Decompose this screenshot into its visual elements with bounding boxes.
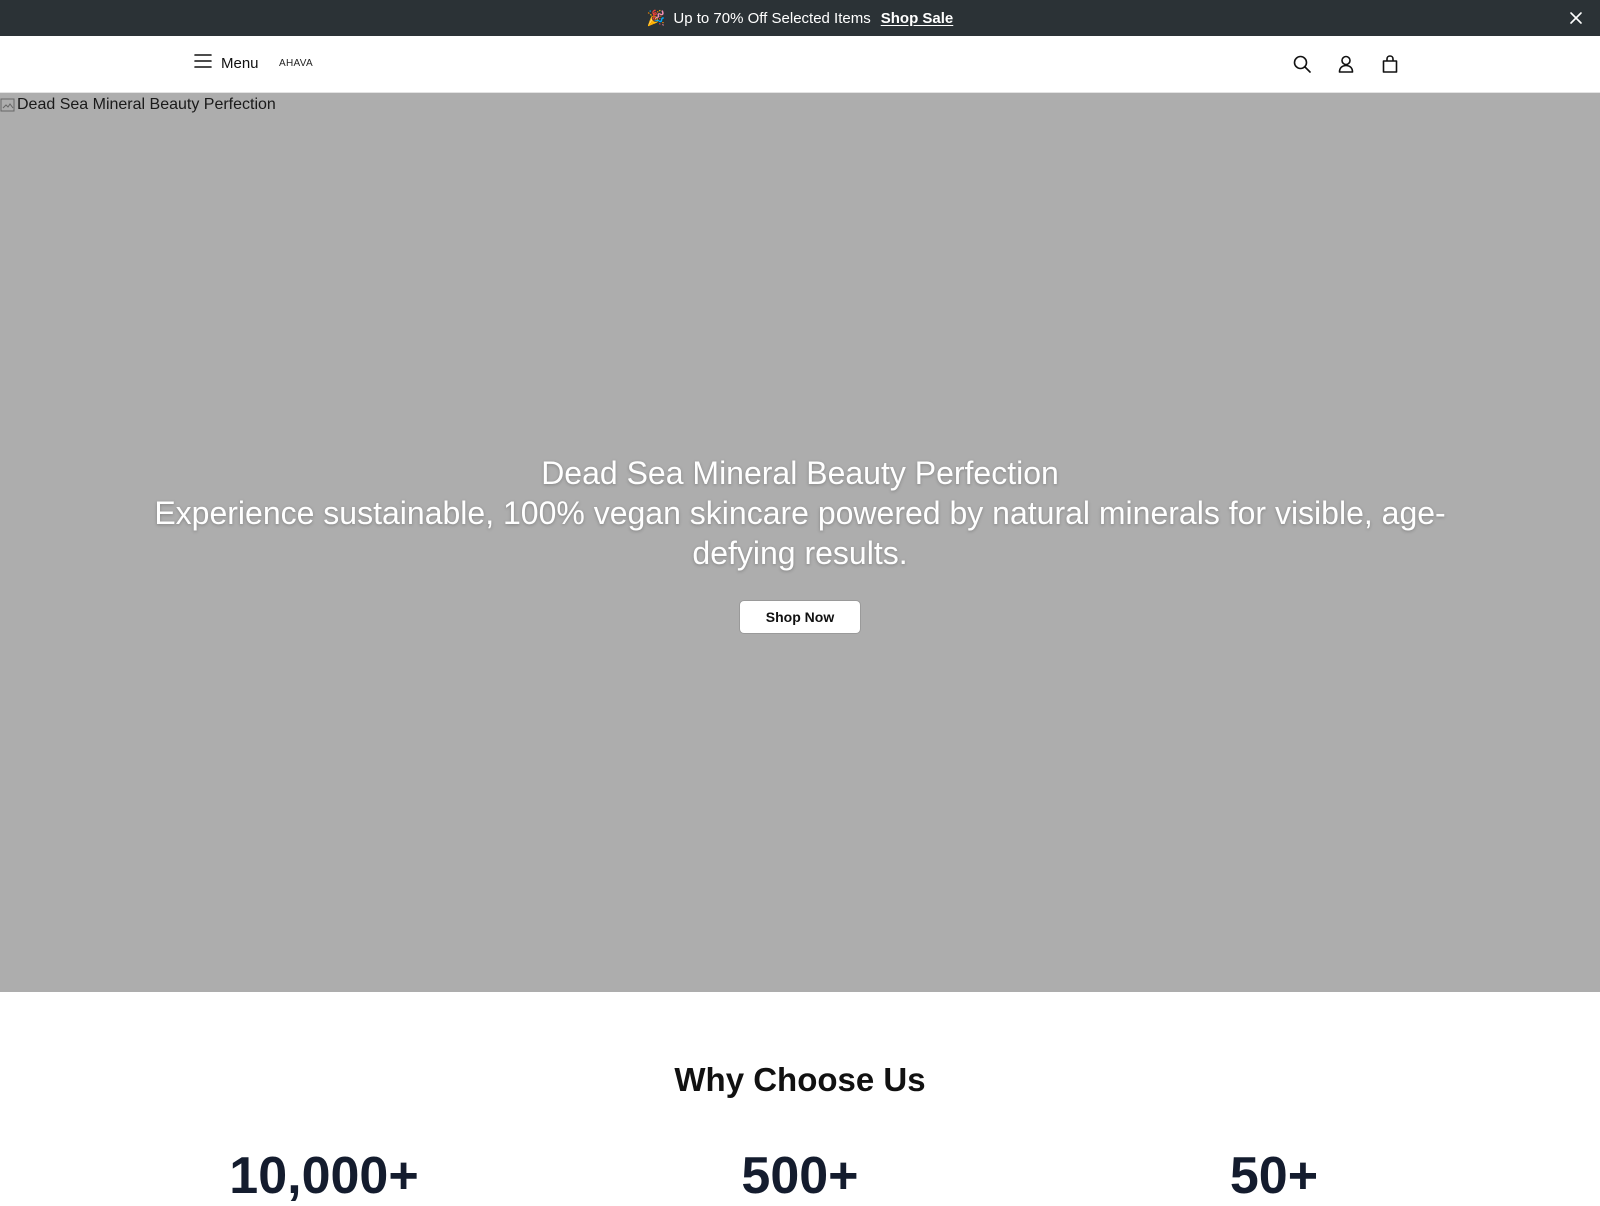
stat-countries: 50+ (1229, 1147, 1319, 1205)
hamburger-icon (194, 53, 212, 74)
bag-icon[interactable] (1380, 53, 1400, 75)
shop-sale-link[interactable]: Shop Sale (881, 10, 954, 27)
close-icon[interactable] (1566, 8, 1586, 28)
why-choose-us-section: Why Choose Us 10,000+ 500+ 50+ (0, 992, 1600, 1205)
hero-content: Dead Sea Mineral Beauty Perfection Exper… (0, 453, 1600, 634)
hero-title: Dead Sea Mineral Beauty Perfection (541, 455, 1059, 491)
announcement-message: 🎉 Up to 70% Off Selected Items Shop Sale (647, 10, 954, 27)
header-actions (1292, 53, 1400, 75)
stat-products: 500+ (741, 1147, 859, 1205)
menu-button[interactable]: Menu (194, 53, 259, 74)
broken-image-icon (0, 97, 16, 113)
hero-banner: Dead Sea Mineral Beauty Perfection Dead … (0, 93, 1600, 992)
hero-image-alt-text: Dead Sea Mineral Beauty Perfection (17, 96, 276, 113)
account-icon[interactable] (1336, 53, 1356, 75)
brand-logo[interactable]: AHAVA (279, 58, 313, 69)
announcement-bar: 🎉 Up to 70% Off Selected Items Shop Sale (0, 0, 1600, 36)
party-icon: 🎉 (646, 9, 666, 27)
hero-subtitle: Experience sustainable, 100% vegan skinc… (154, 495, 1446, 571)
menu-label: Menu (221, 55, 259, 72)
announcement-text: Up to 70% Off Selected Items (673, 9, 871, 27)
site-header: Menu AHAVA (0, 36, 1600, 93)
hero-image-placeholder: Dead Sea Mineral Beauty Perfection (0, 96, 276, 114)
search-icon[interactable] (1292, 53, 1312, 75)
stat-customers: 10,000+ (229, 1147, 419, 1205)
section-title: Why Choose Us (674, 1061, 926, 1098)
shop-now-button[interactable]: Shop Now (739, 600, 861, 634)
